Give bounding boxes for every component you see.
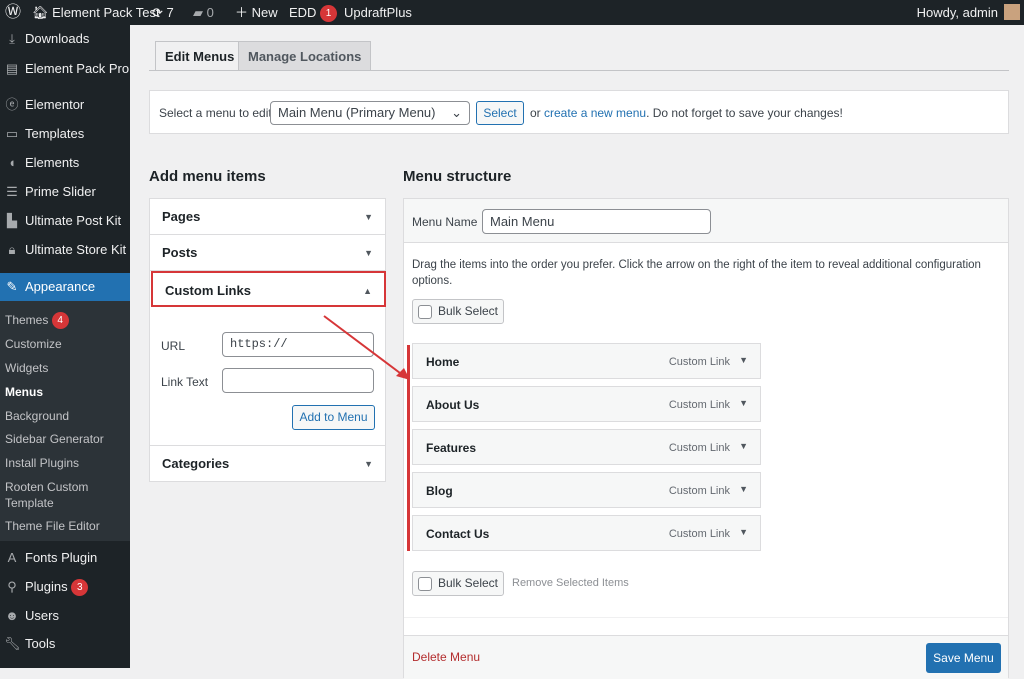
accordion-custom-links[interactable]: Custom Links ▲ [151, 271, 386, 307]
wordpress-logo-icon[interactable]: Ⓦ [5, 0, 21, 25]
store-icon: 🔒︎ [8, 242, 16, 257]
annotation-arrow-icon [323, 315, 410, 380]
delete-menu-link[interactable]: Delete Menu [412, 650, 480, 664]
submenu-item-widgets[interactable]: Widgets [5, 360, 125, 376]
sidebar-item-appearance[interactable]: ✎ Appearance [0, 273, 130, 301]
accordion-pages[interactable]: Pages ▼ [150, 199, 385, 235]
account-link[interactable]: Howdy, admin [917, 0, 998, 25]
submenu-item-customize[interactable]: Customize [5, 336, 125, 352]
appearance-submenu: Themes 4 Customize Widgets Menus Background S… [0, 301, 130, 541]
menu-item[interactable]: Home Custom Link ▼ [412, 343, 761, 379]
sidebar-item-downloads[interactable]: ⤓ Downloads [0, 25, 130, 53]
brush-icon: ✎ [6, 279, 18, 294]
sidebar-item-elementor[interactable]: ⓔ Elementor [0, 91, 130, 119]
themes-count-badge: 4 [51, 312, 69, 330]
submenu-item-sidebar-generator[interactable]: Sidebar Generator [5, 431, 125, 447]
sidebar-item-ultimate-store-kit[interactable]: 🔒︎ Ultimate Store Kit [0, 236, 130, 264]
sidebar-item-users[interactable]: ☻ Users [0, 602, 130, 630]
font-icon: A [7, 550, 17, 565]
site-name-link[interactable]: 🏠︎ Element Pack Test [32, 0, 160, 25]
create-new-menu-link[interactable]: create a new menu [544, 106, 646, 120]
submenu-item-background[interactable]: Background [5, 408, 125, 424]
sidebar-item-templates[interactable]: ▭ Templates [0, 120, 130, 148]
submenu-item-menus[interactable]: Menus [5, 384, 125, 400]
element-pack-icon: ▤ [5, 61, 19, 76]
sidebar-item-prime-slider[interactable]: ☰ Prime Slider [0, 178, 130, 206]
menu-item[interactable]: Features Custom Link ▼ [412, 429, 761, 465]
tools-icon: 🔧︎ [4, 636, 21, 651]
remove-selected-link[interactable]: Remove Selected Items [512, 577, 629, 589]
expand-arrow-icon[interactable]: ▼ [739, 441, 748, 451]
menu-item[interactable]: Blog Custom Link ▼ [412, 472, 761, 508]
elementor-icon: ⓔ [5, 97, 19, 112]
accordion-categories[interactable]: Categories ▼ [150, 445, 385, 481]
bulk-select-bottom-button[interactable]: Bulk Select [412, 571, 504, 596]
menu-name-input[interactable]: Main Menu [482, 209, 711, 234]
expand-arrow-icon[interactable]: ▼ [739, 484, 748, 494]
expand-arrow-icon[interactable]: ▼ [739, 527, 748, 537]
folder-icon: ▭ [5, 126, 19, 141]
sidebar-item-tools[interactable]: 🔧︎ Tools [0, 630, 130, 658]
expand-arrow-icon[interactable]: ▼ [739, 398, 748, 408]
plus-icon: ＋ [235, 5, 249, 20]
tab-manage-locations[interactable]: Manage Locations [238, 41, 372, 71]
menu-structure-heading: Menu structure [403, 168, 512, 185]
updraftplus-link[interactable]: UpdraftPlus [344, 0, 412, 25]
submenu-item-themes[interactable]: Themes 4 [5, 312, 125, 330]
sidebar-item-plugins[interactable]: ⚲ Plugins 3 [0, 573, 130, 601]
sidebar-item-elements[interactable]: ◖ Elements [0, 149, 130, 177]
arrow-down-icon: ▼ [364, 212, 373, 222]
checkbox [417, 576, 432, 591]
accordion-posts[interactable]: Posts ▼ [150, 235, 385, 271]
tab-edit-menus[interactable]: Edit Menus [155, 41, 245, 71]
edd-link[interactable]: EDD 1 [289, 0, 338, 25]
menu-item[interactable]: Contact Us Custom Link ▼ [412, 515, 761, 551]
chevron-down-icon: ⌄ [451, 105, 462, 120]
expand-arrow-icon[interactable]: ▼ [739, 355, 748, 365]
select-button[interactable]: Select [476, 101, 524, 125]
elements-icon: ◖ [8, 155, 16, 170]
sidebar-item-element-pack-pro[interactable]: ▤ Element Pack Pro [0, 55, 130, 83]
plugins-count-badge: 3 [71, 579, 89, 597]
comments-link[interactable]: ▰ 0 [193, 0, 214, 25]
download-icon: ⤓ [9, 31, 15, 46]
sidebar-item-ultimate-post-kit[interactable]: ▙ Ultimate Post Kit [0, 207, 130, 235]
menu-item[interactable]: About Us Custom Link ▼ [412, 386, 761, 422]
edd-badge: 1 [320, 5, 338, 23]
home-icon: 🏠︎ [32, 5, 49, 20]
admin-bar: Ⓦ 🏠︎ Element Pack Test ⟳ 7 ▰ 0 ＋ New EDD… [0, 0, 1024, 25]
checkbox [417, 304, 432, 319]
sidebar-item-fonts-plugin[interactable]: A Fonts Plugin [0, 544, 130, 572]
submenu-item-theme-file-editor[interactable]: Theme File Editor [5, 518, 125, 534]
slider-icon: ☰ [6, 184, 18, 199]
menu-select-dropdown[interactable]: Main Menu (Primary Menu) ⌄ [270, 101, 470, 125]
users-icon: ☻ [5, 608, 19, 623]
save-menu-button[interactable]: Save Menu [926, 643, 1001, 673]
add-menu-items-heading: Add menu items [149, 168, 266, 185]
add-to-menu-button[interactable]: Add to Menu [292, 405, 375, 430]
arrow-down-icon: ▼ [364, 459, 373, 469]
tabs-divider [149, 70, 1009, 71]
comment-icon: ▰ [193, 5, 203, 20]
refresh-icon: ⟳ [152, 5, 163, 20]
arrow-up-icon: ▲ [363, 286, 372, 296]
menu-select-bar: Select a menu to edit: Main Menu (Primar… [149, 90, 1009, 134]
post-kit-icon: ▙ [7, 213, 17, 228]
updates-link[interactable]: ⟳ 7 [152, 0, 174, 25]
submenu-item-rooten-custom-template[interactable]: Rooten Custom Template [5, 479, 125, 511]
plugin-icon: ⚲ [7, 579, 17, 594]
submenu-item-install-plugins[interactable]: Install Plugins [5, 455, 125, 471]
new-link[interactable]: ＋ New [235, 0, 278, 25]
admin-sidebar: ⤓ Downloads ▤ Element Pack Pro ⓔ Elementor ▭ Te… [0, 25, 130, 668]
avatar[interactable] [1004, 4, 1020, 20]
arrow-down-icon: ▼ [364, 248, 373, 258]
bulk-select-top-button[interactable]: Bulk Select [412, 299, 504, 324]
